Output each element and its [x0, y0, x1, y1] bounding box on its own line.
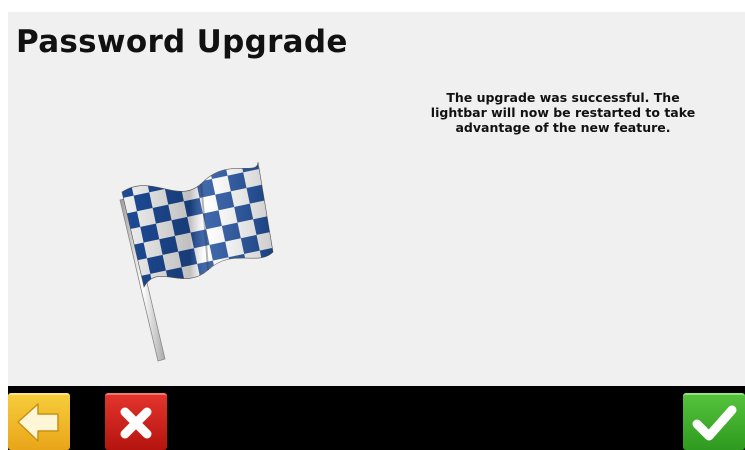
message-line-3: advantage of the new feature.	[455, 120, 671, 135]
cancel-button[interactable]	[105, 393, 167, 450]
page-title: Password Upgrade	[16, 24, 348, 60]
status-message: The upgrade was successful. The lightbar…	[398, 90, 728, 135]
message-line-1: The upgrade was successful. The	[446, 90, 680, 105]
confirm-button[interactable]	[683, 393, 745, 450]
arrow-left-icon	[17, 403, 59, 442]
checkmark-icon	[692, 405, 737, 441]
message-line-2: lightbar will now be restarted to take	[430, 105, 696, 120]
close-x-icon	[120, 407, 152, 439]
screen: Password Upgrade The upgrade was success…	[8, 12, 745, 450]
back-button[interactable]	[8, 393, 70, 450]
bottom-toolbar	[8, 386, 745, 450]
checkered-flag-icon	[108, 152, 283, 367]
